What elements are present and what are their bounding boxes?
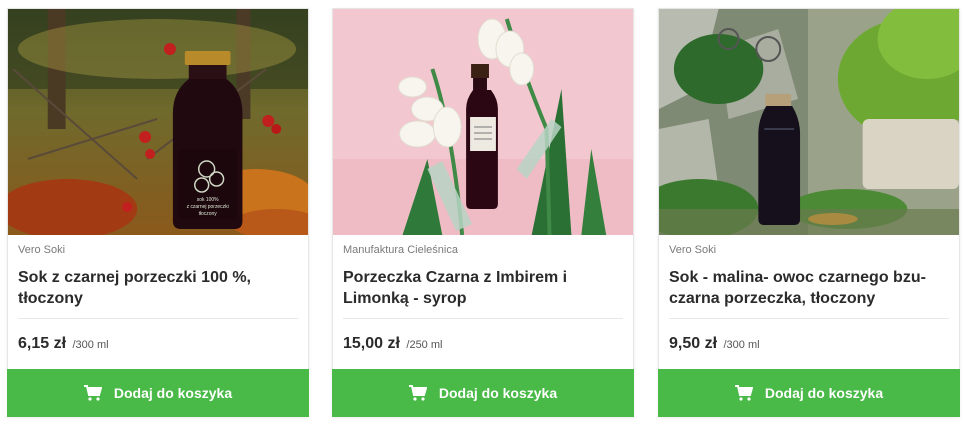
cart-icon <box>408 385 427 401</box>
add-to-cart-label: Dodaj do koszyka <box>113 385 233 401</box>
cart-icon <box>83 385 102 401</box>
add-to-cart-button[interactable]: Dodaj do koszyka <box>332 369 634 417</box>
product-card[interactable]: sok 100% z czarnej porzeczki tłoczony Ve… <box>7 8 309 417</box>
cart-icon <box>734 385 753 401</box>
product-unit: /300 ml <box>723 339 760 351</box>
divider <box>669 318 949 319</box>
product-unit: /300 ml <box>72 339 109 351</box>
add-to-cart-label: Dodaj do koszyka <box>438 385 558 401</box>
product-price: 15,00 zł <box>343 335 400 352</box>
product-title[interactable]: Sok - malina- owoc czarnego bzu- czarna … <box>669 267 951 309</box>
add-to-cart-button[interactable]: Dodaj do koszyka <box>7 369 309 417</box>
bottle-label-line-1: sok 100% <box>197 197 219 203</box>
product-image[interactable] <box>659 9 959 235</box>
product-price: 9,50 zł <box>669 335 718 352</box>
product-producer[interactable]: Manufaktura Cieleśnica <box>343 244 458 256</box>
product-price: 6,15 zł <box>18 335 67 352</box>
product-producer[interactable]: Vero Soki <box>18 244 65 256</box>
bottle-label-line-3: tłoczony <box>199 211 218 217</box>
add-to-cart-label: Dodaj do koszyka <box>764 385 884 401</box>
add-to-cart-button[interactable]: Dodaj do koszyka <box>658 369 960 417</box>
price-row: 9,50 zł /300 ml <box>669 335 760 353</box>
bottle-label-line-2: z czarnej porzeczki <box>187 204 229 210</box>
divider <box>18 318 298 319</box>
product-producer[interactable]: Vero Soki <box>669 244 716 256</box>
price-row: 6,15 zł /300 ml <box>18 335 109 353</box>
product-title[interactable]: Sok z czarnej porzeczki 100 %, tłoczony <box>18 267 300 309</box>
product-image[interactable] <box>333 9 633 235</box>
divider <box>343 318 623 319</box>
product-card[interactable]: Vero Soki Sok - malina- owoc czarnego bz… <box>658 8 960 417</box>
product-unit: /250 ml <box>406 339 443 351</box>
price-row: 15,00 zł /250 ml <box>343 335 442 353</box>
product-card[interactable]: Manufaktura Cieleśnica Porzeczka Czarna … <box>332 8 634 417</box>
product-image[interactable]: sok 100% z czarnej porzeczki tłoczony <box>8 9 308 235</box>
product-title[interactable]: Porzeczka Czarna z Imbirem i Limonką - s… <box>343 267 625 309</box>
